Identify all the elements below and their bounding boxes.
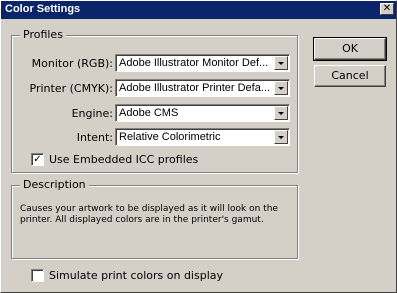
cancel-button[interactable]: Cancel: [314, 65, 386, 87]
engine-select[interactable]: Adobe CMS: [115, 104, 290, 122]
engine-value: Adobe CMS: [119, 107, 179, 119]
printer-profile-value: Adobe Illustrator Printer Defa...: [119, 82, 269, 94]
chevron-down-icon[interactable]: [274, 130, 288, 144]
simulate-checkbox[interactable]: [31, 269, 44, 282]
checkmark-icon: ✓: [33, 154, 42, 165]
description-text: Causes your artwork to be displayed as i…: [20, 204, 278, 225]
description-group-label: Description: [20, 178, 89, 191]
title-bar: Color Settings ✕: [1, 1, 396, 19]
close-icon: ✕: [382, 3, 392, 14]
chevron-down-icon[interactable]: [274, 81, 288, 95]
printer-label: Printer (CMYK):: [29, 82, 113, 95]
simulate-label[interactable]: Simulate print colors on display: [49, 269, 223, 282]
monitor-profile-value: Adobe Illustrator Monitor Def...: [119, 57, 269, 69]
monitor-profile-select[interactable]: Adobe Illustrator Monitor Def...: [115, 54, 290, 72]
profiles-group-label: Profiles: [20, 28, 66, 41]
engine-label: Engine:: [71, 107, 113, 120]
monitor-label: Monitor (RGB):: [31, 57, 113, 70]
use-icc-checkbox[interactable]: ✓: [31, 153, 44, 166]
intent-select[interactable]: Relative Colorimetric: [115, 128, 290, 146]
intent-value: Relative Colorimetric: [119, 131, 221, 143]
close-button[interactable]: ✕: [380, 3, 394, 15]
intent-label: Intent:: [76, 131, 113, 144]
chevron-down-icon[interactable]: [274, 106, 288, 120]
ok-button[interactable]: OK: [313, 37, 387, 61]
description-group: Description Causes your artwork to be di…: [11, 178, 298, 259]
dialog-title: Color Settings: [5, 3, 81, 15]
color-settings-dialog: Color Settings ✕ Profiles Monitor (RGB):…: [0, 0, 397, 293]
use-icc-label[interactable]: Use Embedded ICC profiles: [49, 153, 198, 166]
printer-profile-select[interactable]: Adobe Illustrator Printer Defa...: [115, 79, 290, 97]
chevron-down-icon[interactable]: [274, 56, 288, 70]
